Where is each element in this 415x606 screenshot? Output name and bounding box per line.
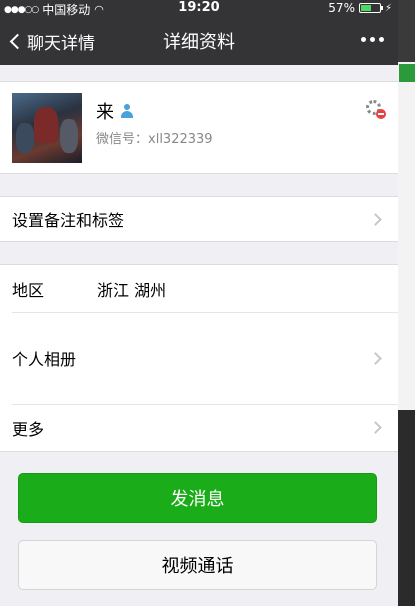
profile-name-line: 来 bbox=[96, 98, 134, 124]
remark-group: 设置备注和标签 bbox=[0, 196, 398, 242]
profile-name: 来 bbox=[96, 102, 114, 123]
person-icon bbox=[120, 104, 134, 118]
chevron-right-icon bbox=[369, 351, 382, 365]
blocked-icon bbox=[366, 100, 386, 119]
row-more-label: 更多 bbox=[12, 419, 45, 439]
row-remark-label: 设置备注和标签 bbox=[12, 211, 125, 230]
more-dots-icon[interactable] bbox=[361, 37, 384, 42]
screen: ●●●○○ 中国移动 ◠ 19:20 57% ⚡ 聊天详情 详细资料 来 微信号… bbox=[0, 0, 398, 606]
charging-icon: ⚡ bbox=[384, 2, 392, 14]
row-remark-tags[interactable]: 设置备注和标签 bbox=[0, 197, 398, 241]
row-region-value: 浙江 湖州 bbox=[97, 280, 167, 300]
status-bar: ●●●○○ 中国移动 ◠ 19:20 57% ⚡ bbox=[0, 0, 398, 17]
row-album-label: 个人相册 bbox=[12, 350, 77, 369]
wechat-id-label: 微信号： bbox=[96, 132, 149, 147]
avatar[interactable] bbox=[12, 93, 82, 163]
battery-fill bbox=[360, 5, 372, 11]
info-group: 地区 浙江 湖州 个人相册 更多 bbox=[0, 264, 398, 452]
row-album[interactable]: 个人相册 bbox=[0, 312, 398, 404]
send-message-button[interactable]: 发消息 bbox=[18, 473, 377, 523]
video-call-button[interactable]: 视频通话 bbox=[18, 540, 377, 590]
chevron-right-icon bbox=[369, 212, 382, 226]
chevron-right-icon bbox=[369, 421, 382, 434]
page-title: 详细资料 bbox=[163, 32, 235, 53]
status-right: 57% ⚡ bbox=[328, 1, 392, 15]
wechat-id-value: xll322339 bbox=[148, 132, 213, 147]
row-more[interactable]: 更多 bbox=[0, 404, 398, 451]
battery-icon bbox=[358, 3, 383, 13]
row-region-label: 地区 bbox=[12, 280, 45, 300]
wechat-id: 微信号：xll322339 bbox=[96, 128, 213, 147]
profile-card: 来 微信号：xll322339 bbox=[0, 81, 398, 174]
nav-bar: 聊天详情 详细资料 bbox=[0, 17, 398, 65]
row-region: 地区 浙江 湖州 bbox=[0, 265, 398, 312]
background-edge bbox=[398, 0, 415, 606]
battery-percent: 57% bbox=[328, 1, 355, 15]
